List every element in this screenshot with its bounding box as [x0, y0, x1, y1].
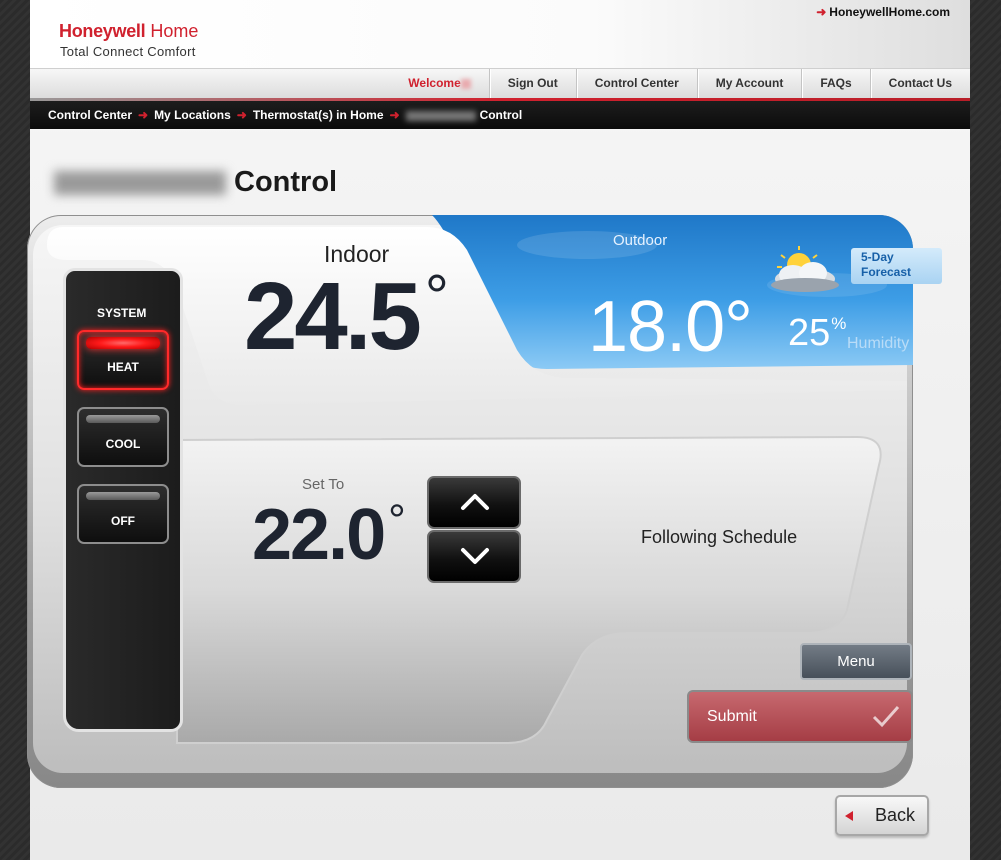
arrow-right-icon: ➜	[138, 108, 149, 122]
submit-button[interactable]: Submit	[687, 690, 913, 743]
humidity-label: Humidity	[847, 335, 910, 352]
schedule-status: Following Schedule	[641, 527, 798, 547]
logo-brand: Honeywell	[59, 21, 146, 41]
cool-button-label: COOL	[105, 437, 141, 451]
outdoor-label: Outdoor	[613, 232, 668, 249]
nav-sign-out[interactable]: Sign Out	[488, 69, 576, 99]
outdoor-temp: 18.0°	[588, 287, 753, 367]
set-to-label: Set To	[302, 476, 345, 493]
header: Honeywell Home Total Connect Comfort ➜ Ho…	[30, 0, 970, 68]
nav-bar: Welcome Sign Out Control Center My Accou…	[30, 68, 970, 101]
nav-contact-us[interactable]: Contact Us	[869, 69, 970, 99]
temp-up-button[interactable]	[427, 476, 521, 529]
off-indicator	[86, 492, 160, 500]
breadcrumb: Control Center ➜ My Locations ➜ Thermostat(s…	[30, 101, 970, 129]
breadcrumb-control-center[interactable]: Control Center	[48, 108, 132, 122]
nav-faqs[interactable]: FAQs	[801, 69, 869, 99]
back-triangle-icon	[845, 811, 853, 821]
menu-button[interactable]: Menu	[800, 643, 912, 680]
redacted-thermostat-name	[54, 171, 226, 196]
logo: Honeywell Home	[59, 21, 198, 42]
breadcrumb-thermostats[interactable]: Thermostat(s) in Home	[253, 108, 384, 122]
nav-control-center[interactable]: Control Center	[575, 69, 697, 99]
cool-indicator	[86, 415, 160, 423]
honeywellhome-link-label: HoneywellHome.com	[829, 5, 950, 19]
indoor-temp: 24.5 °	[244, 262, 449, 372]
indoor-temp-value: 24.5	[244, 263, 422, 370]
cool-button[interactable]: COOL	[77, 407, 169, 467]
system-label: SYSTEM	[97, 306, 147, 320]
page-title-text: Control	[234, 166, 338, 198]
logo-suffix: Home	[150, 21, 199, 41]
nav-welcome-label: Welcome	[408, 76, 461, 90]
check-icon	[872, 706, 900, 728]
forecast-button[interactable]: 5-Day Forecast	[851, 248, 942, 284]
nav-my-account[interactable]: My Account	[696, 69, 802, 99]
honeywellhome-link[interactable]: ➜ HoneywellHome.com	[816, 5, 950, 19]
arrow-right-icon: ➜	[389, 108, 400, 122]
forecast-line-1: 5-Day	[861, 250, 894, 264]
chevron-up-icon	[461, 494, 489, 510]
breadcrumb-my-locations[interactable]: My Locations	[154, 108, 231, 122]
temp-down-button[interactable]	[427, 530, 521, 583]
page-title: Control	[54, 166, 337, 199]
humidity-unit: %	[831, 314, 847, 333]
back-button[interactable]: Back	[835, 795, 929, 836]
forecast-line-2: Forecast	[861, 265, 912, 279]
chevron-down-icon	[461, 548, 489, 564]
humidity-value: 25%	[788, 312, 846, 355]
tagline: Total Connect Comfort	[60, 44, 196, 59]
setpoint-value: 22.0	[252, 495, 386, 575]
off-button[interactable]: OFF	[77, 484, 169, 544]
breadcrumb-current: Control	[479, 108, 523, 122]
indoor-degree-symbol: °	[424, 263, 449, 330]
arrow-right-icon: ➜	[816, 5, 827, 19]
redacted-username	[460, 78, 471, 89]
weather-icon	[763, 243, 845, 300]
heat-button-label: HEAT	[107, 360, 139, 374]
heat-button[interactable]: HEAT	[77, 330, 169, 390]
back-button-label: Back	[875, 805, 916, 825]
submit-button-label: Submit	[707, 708, 757, 725]
arrow-right-icon: ➜	[236, 108, 247, 122]
off-button-label: OFF	[111, 514, 135, 528]
humidity-number: 25	[788, 312, 831, 354]
setpoint-degree-symbol: °	[388, 496, 406, 545]
nav-welcome: Welcome	[390, 69, 488, 99]
setpoint-temp: 22.0°	[252, 494, 406, 576]
heat-indicator	[86, 337, 160, 349]
redacted-device-name	[405, 110, 476, 121]
